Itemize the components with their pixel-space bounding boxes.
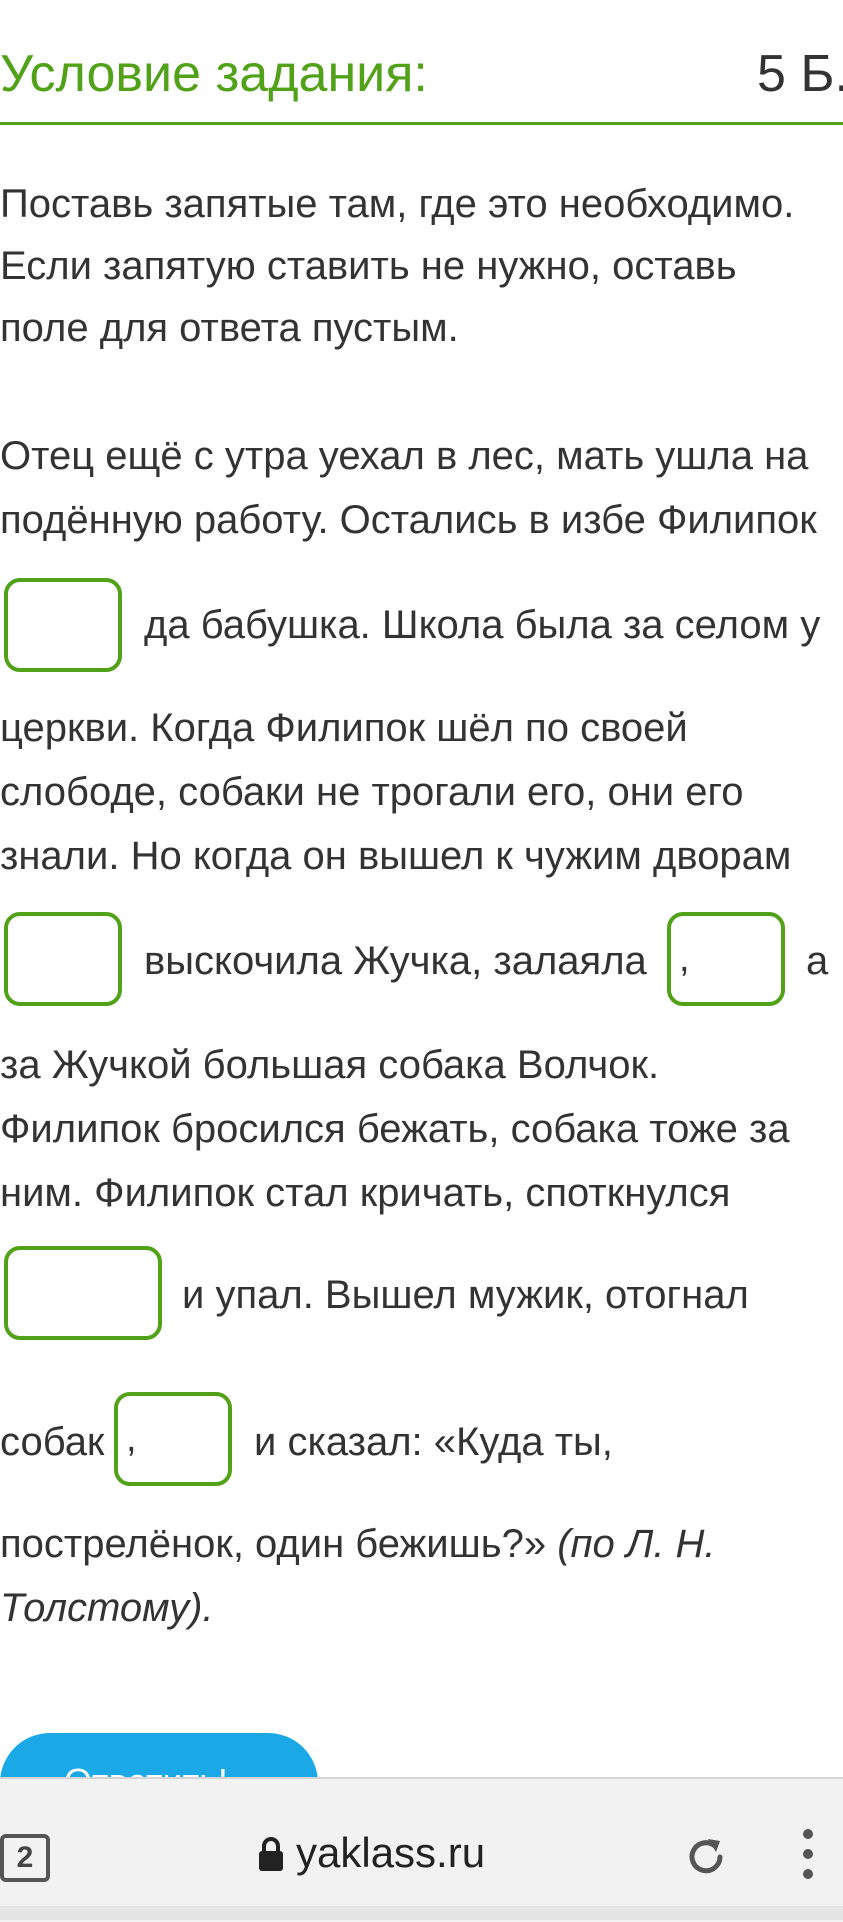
- tabs-icon[interactable]: 2: [0, 1834, 50, 1882]
- text-line: а: [806, 939, 829, 983]
- answer-field-3[interactable]: ,: [667, 912, 785, 1006]
- text-line: подённую работу. Остались в избе Филипок: [0, 498, 817, 542]
- source-attribution: (по Л. Н.: [557, 1522, 716, 1566]
- text-line: пострелёнок, один бежишь?» (по Л. Н.: [0, 1520, 716, 1568]
- text-line: церкви. Когда Филипок шёл по своей: [0, 706, 688, 750]
- text-segment: пострелёнок, один бежишь?»: [0, 1522, 547, 1566]
- instruction-line: Если запятую ставить не нужно, оставь: [0, 244, 737, 288]
- lock-icon: [259, 1837, 283, 1871]
- text-line: ним. Филипок стал кричать, споткнулся: [0, 1171, 731, 1215]
- answer-field-1[interactable]: [4, 578, 122, 672]
- source-attribution: Толстому).: [0, 1586, 214, 1630]
- text-line: знали. Но когда он вышел к чужим дворам: [0, 834, 792, 878]
- text-line: за Жучкой большая собака Волчок.: [0, 1043, 660, 1087]
- text-line: собак: [0, 1420, 105, 1464]
- task-header: Условие задания: 5 Б.: [0, 0, 843, 125]
- header-divider: [0, 122, 843, 125]
- answer-field-4[interactable]: [4, 1246, 162, 1340]
- task-score: 5 Б.: [757, 45, 843, 103]
- instruction-line: Поставь запятые там, где это необходимо.: [0, 182, 795, 226]
- task-title: Условие задания:: [0, 45, 428, 103]
- text-line: да бабушка. Школа была за селом у: [144, 603, 821, 647]
- url-text[interactable]: yaklass.ru: [296, 1829, 485, 1877]
- more-icon[interactable]: [800, 1829, 816, 1887]
- text-line: Отец ещё с утра уехал в лес, мать ушла н…: [0, 434, 809, 478]
- answer-field-2[interactable]: [4, 912, 122, 1006]
- instruction-line: поле для ответа пустым.: [0, 306, 459, 350]
- text-line: Филипок бросился бежать, собака тоже за: [0, 1107, 790, 1151]
- reload-icon[interactable]: [682, 1833, 730, 1881]
- text-line: выскочила Жучка, залаяла: [144, 939, 647, 983]
- answer-field-5[interactable]: ,: [114, 1392, 232, 1486]
- text-line: слободе, собаки не трогали его, они его: [0, 770, 744, 814]
- text-line: и упал. Вышел мужик, отогнал: [182, 1273, 749, 1317]
- browser-bottom-bar: 2 yaklass.ru: [0, 1777, 843, 1922]
- system-nav-strip: [0, 1906, 843, 1920]
- text-line: и сказал: «Куда ты,: [254, 1420, 613, 1464]
